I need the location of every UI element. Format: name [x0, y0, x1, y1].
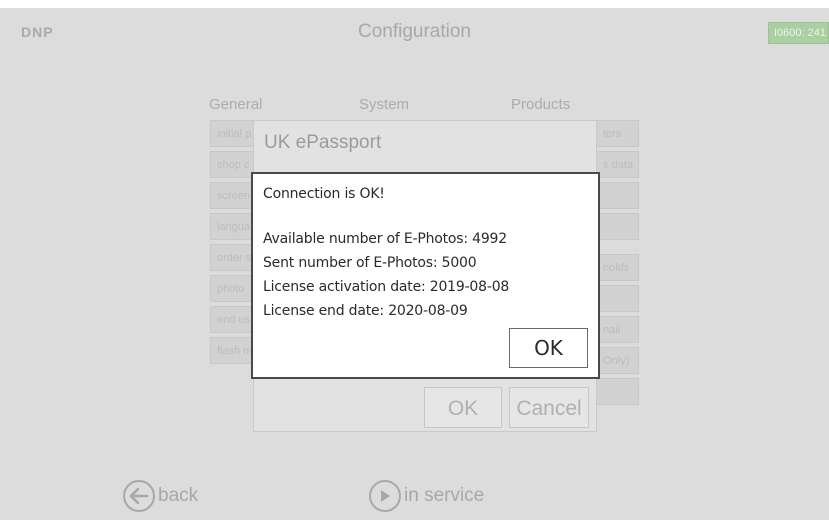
- available-photos-text: Available number of E-Photos: 4992: [263, 231, 507, 247]
- device-id-badge: I0600: 241: [768, 22, 829, 44]
- general-shop-button[interactable]: shop c: [210, 151, 254, 178]
- configuration-screen: DNP Configuration I0600: 241 General Sys…: [0, 8, 829, 520]
- in-service-button[interactable]: in service: [369, 478, 484, 514]
- products-button-6[interactable]: [596, 285, 639, 312]
- general-flash-button[interactable]: flash m: [210, 337, 254, 364]
- dialog-ok-button[interactable]: OK: [424, 387, 502, 428]
- dialog-title: UK ePassport: [264, 132, 382, 153]
- general-screen-button[interactable]: screen: [210, 182, 254, 209]
- products-button-4[interactable]: [596, 213, 639, 240]
- general-photo-button[interactable]: photo: [210, 275, 254, 302]
- products-thresholds-button[interactable]: holds: [596, 254, 639, 281]
- products-parameters-button[interactable]: ters: [596, 120, 639, 147]
- column-general: General: [209, 96, 263, 113]
- products-only-button[interactable]: Only): [596, 347, 639, 374]
- general-order-button[interactable]: order s: [210, 244, 254, 271]
- general-end-user-button[interactable]: end us: [210, 306, 254, 333]
- arrow-left-icon: [123, 480, 155, 512]
- connection-message-box: Connection is OK! Available number of E-…: [251, 172, 600, 379]
- in-service-label: in service: [404, 485, 485, 506]
- connection-status-text: Connection is OK!: [263, 186, 385, 202]
- general-initial-button[interactable]: initial p: [210, 120, 254, 147]
- license-activation-text: License activation date: 2019-08-08: [263, 279, 510, 295]
- dialog-cancel-button[interactable]: Cancel: [509, 387, 589, 428]
- column-products: Products: [511, 96, 571, 113]
- back-button[interactable]: back: [123, 478, 198, 514]
- column-system: System: [359, 96, 410, 113]
- products-email-button[interactable]: nail: [596, 316, 639, 343]
- products-button-3[interactable]: [596, 182, 639, 209]
- play-icon: [369, 480, 401, 512]
- message-ok-button[interactable]: OK: [509, 328, 588, 368]
- products-button-9[interactable]: [596, 378, 639, 405]
- sent-photos-text: Sent number of E-Photos: 5000: [263, 255, 477, 271]
- products-data-button[interactable]: s data: [596, 151, 639, 178]
- page-title: Configuration: [357, 21, 472, 42]
- license-end-text: License end date: 2020-08-09: [263, 303, 468, 319]
- back-label: back: [158, 485, 199, 506]
- general-language-button[interactable]: langua: [210, 213, 254, 240]
